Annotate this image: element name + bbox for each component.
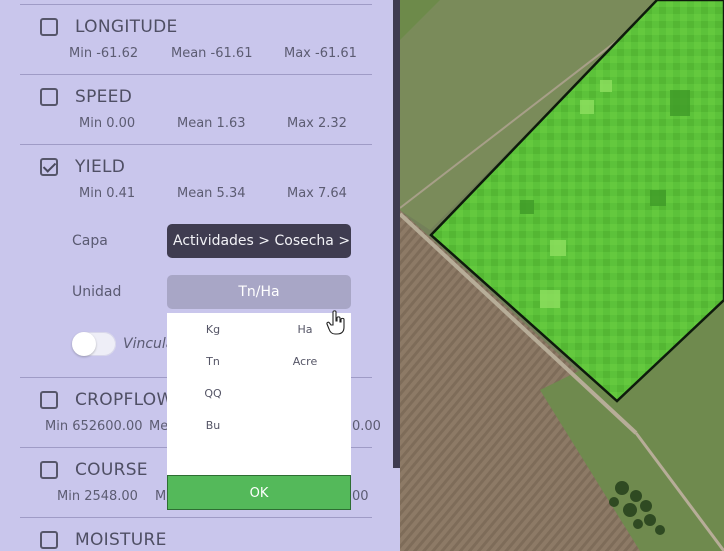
cropflow-mean: Me bbox=[149, 419, 169, 434]
speed-max: Max 2.32 bbox=[287, 116, 347, 131]
cropflow-min: Min 652600.00 bbox=[45, 419, 143, 434]
yield-mean: Mean 5.34 bbox=[177, 186, 246, 201]
unit-option-qq[interactable]: QQ bbox=[193, 387, 233, 400]
unit-option-acre[interactable]: Acre bbox=[285, 355, 325, 368]
layer-title-yield: YIELD bbox=[75, 157, 126, 177]
yield-min: Min 0.41 bbox=[79, 186, 136, 201]
course-min: Min 2548.00 bbox=[57, 489, 138, 504]
cropflow-max: 0.00 bbox=[352, 419, 381, 434]
course-mean: M bbox=[155, 489, 167, 504]
cropflow-checkbox[interactable] bbox=[40, 391, 58, 409]
separator bbox=[20, 74, 372, 75]
toggle-knob bbox=[72, 332, 96, 356]
speed-mean: Mean 1.63 bbox=[177, 116, 246, 131]
separator bbox=[20, 517, 372, 518]
capa-select[interactable]: Actividades > Cosecha > Ren bbox=[167, 224, 351, 258]
unit-option-ha[interactable]: Ha bbox=[285, 323, 325, 336]
longitude-checkbox[interactable] bbox=[40, 18, 58, 36]
separator bbox=[20, 144, 372, 145]
course-max: 00 bbox=[352, 489, 369, 504]
longitude-mean: Mean -61.61 bbox=[171, 46, 253, 61]
unit-option-bu[interactable]: Bu bbox=[193, 419, 233, 432]
unidad-label: Unidad bbox=[72, 284, 122, 300]
unidad-select[interactable]: Tn/Ha bbox=[167, 275, 351, 309]
hand-cursor-icon bbox=[326, 310, 345, 335]
yield-max: Max 7.64 bbox=[287, 186, 347, 201]
separator bbox=[20, 4, 372, 5]
layer-title-cropflow: CROPFLOW bbox=[75, 390, 174, 410]
longitude-min: Min -61.62 bbox=[69, 46, 139, 61]
speed-checkbox[interactable] bbox=[40, 88, 58, 106]
unit-option-tn[interactable]: Tn bbox=[193, 355, 233, 368]
course-checkbox[interactable] bbox=[40, 461, 58, 479]
vincular-toggle[interactable] bbox=[72, 332, 116, 356]
satellite-map[interactable] bbox=[400, 0, 724, 551]
layer-title-speed: SPEED bbox=[75, 87, 133, 107]
longitude-max: Max -61.61 bbox=[284, 46, 357, 61]
layer-title-moisture: MOISTURE bbox=[75, 530, 167, 550]
scrollbar[interactable] bbox=[393, 0, 400, 468]
layer-title-course: COURSE bbox=[75, 460, 148, 480]
checkmark-icon bbox=[42, 159, 57, 173]
layer-title-longitude: LONGITUDE bbox=[75, 17, 178, 37]
unit-option-kg[interactable]: Kg bbox=[193, 323, 233, 336]
ok-button[interactable]: OK bbox=[167, 475, 351, 510]
moisture-checkbox[interactable] bbox=[40, 531, 58, 549]
speed-min: Min 0.00 bbox=[79, 116, 136, 131]
capa-label: Capa bbox=[72, 233, 108, 249]
yield-checkbox[interactable] bbox=[40, 158, 58, 176]
unit-dropdown: Kg Tn QQ Bu Ha Acre OK bbox=[167, 313, 351, 510]
